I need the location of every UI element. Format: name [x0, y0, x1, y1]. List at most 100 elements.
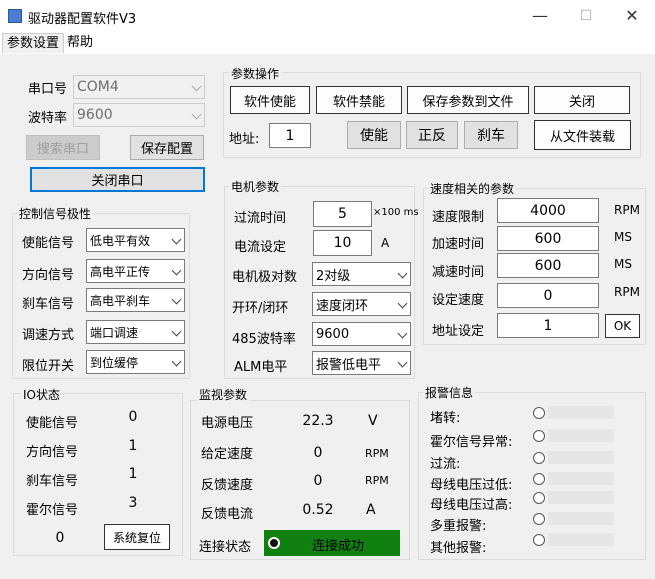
chevron-down-icon	[171, 326, 182, 337]
alarm-overcurrent-bar	[548, 451, 614, 464]
close-window-button[interactable]: ✕	[609, 0, 655, 32]
alarm-stall-label: 堵转:	[430, 411, 461, 426]
ok-button[interactable]: OK	[605, 314, 640, 338]
alarm-overvoltage-bar	[548, 491, 614, 504]
decel-time-input[interactable]: 600	[497, 253, 599, 278]
io-label-direction: 方向信号	[26, 445, 79, 460]
set-speed-input[interactable]: 0	[497, 283, 599, 308]
alm-level-select[interactable]: 报警低电平	[312, 351, 411, 375]
baud-value: 9600	[77, 107, 113, 123]
alarm-hall-bar	[548, 429, 614, 442]
maximize-button[interactable]: ☐	[563, 0, 609, 32]
monitor-label-feedback-speed: 反馈速度	[201, 478, 254, 493]
alarm-undervoltage-label: 母线电压过低:	[430, 478, 513, 493]
radio-dot-icon	[268, 537, 280, 549]
monitor-unit-feedback-speed: RPM	[365, 474, 389, 487]
limit-switch-select[interactable]: 到位缓停	[86, 350, 185, 374]
brake-signal-value: 高电平刹车	[90, 293, 151, 308]
forward-reverse-button[interactable]: 正反	[406, 121, 458, 149]
monitor-value-feedback-speed: 0	[313, 473, 323, 489]
port-label: 串口号	[28, 82, 68, 97]
save-config-button[interactable]: 保存配置	[130, 135, 204, 160]
address-label: 地址:	[229, 132, 260, 147]
chevron-down-icon	[397, 328, 408, 339]
io-status-title: IO状态	[21, 386, 62, 403]
baud-select[interactable]: 9600	[73, 103, 205, 127]
direction-signal-select[interactable]: 高电平正传	[86, 259, 185, 283]
io-value-enable: 0	[128, 409, 138, 425]
chevron-down-icon	[171, 265, 182, 276]
monitor-label-current: 反馈电流	[201, 507, 254, 522]
address-input[interactable]: 1	[269, 123, 311, 148]
menu-help[interactable]: 帮助	[63, 33, 97, 53]
io-label-hall: 霍尔信号	[26, 503, 79, 518]
alarm-other-label: 其他报警:	[430, 541, 487, 556]
alarm-overcurrent-label: 过流:	[430, 457, 461, 472]
alarm-overvoltage-label: 母线电压过高:	[430, 498, 513, 513]
enable-signal-select[interactable]: 低电平有效	[86, 228, 185, 252]
io-counter: 0	[55, 530, 65, 546]
title-bar: 驱动器配置软件V3 — ☐ ✕	[0, 0, 655, 32]
save-params-to-file-button[interactable]: 保存参数到文件	[407, 86, 529, 114]
loop-mode-select[interactable]: 速度闭环	[312, 292, 411, 316]
accel-time-input[interactable]: 600	[497, 226, 599, 251]
enable-button[interactable]: 使能	[347, 121, 401, 149]
close-button[interactable]: 关闭	[534, 86, 630, 114]
baud485-label: 485波特率	[232, 332, 296, 347]
decel-time-unit: MS	[614, 257, 632, 271]
io-value-hall: 3	[128, 495, 138, 511]
current-input[interactable]: 10	[313, 230, 372, 256]
alarm-other-led	[533, 534, 545, 546]
minimize-button[interactable]: —	[517, 0, 563, 32]
pole-pairs-label: 电机极对数	[232, 270, 298, 285]
chevron-down-icon	[171, 234, 182, 245]
address-set-input[interactable]: 1	[497, 313, 599, 338]
alarm-title: 报警信息	[423, 384, 476, 401]
overcurrent-time-input[interactable]: 5	[313, 201, 372, 227]
enable-signal-value: 低电平有效	[90, 233, 151, 248]
search-port-button[interactable]: 搜索串口	[26, 135, 100, 160]
limit-switch-value: 到位缓停	[90, 355, 139, 370]
alarm-undervoltage-led	[533, 473, 545, 485]
speed-mode-select[interactable]: 端口调速	[86, 320, 185, 344]
pole-pairs-select[interactable]: 2对级	[312, 262, 411, 286]
alarm-hall-led	[533, 430, 545, 442]
motor-params-title: 电机参数	[229, 178, 282, 195]
set-speed-label: 设定速度	[432, 293, 485, 308]
alarm-undervoltage-bar	[548, 472, 614, 485]
io-value-brake: 1	[128, 466, 138, 482]
control-label-limit: 限位开关	[22, 359, 75, 374]
app-icon	[8, 9, 22, 23]
monitor-label-given-speed: 给定速度	[201, 447, 254, 462]
chevron-down-icon	[191, 81, 202, 92]
connection-status-label: 连接状态	[199, 540, 252, 555]
window-title: 驱动器配置软件V3	[28, 12, 137, 27]
loop-mode-label: 开环/闭环	[232, 301, 289, 316]
chevron-down-icon	[191, 109, 202, 120]
overcurrent-time-unit: ×100 ms	[373, 207, 419, 218]
baud-label: 波特率	[28, 111, 68, 126]
baud485-select[interactable]: 9600	[312, 322, 411, 346]
monitor-unit-voltage: V	[368, 413, 378, 429]
port-select[interactable]: COM4	[73, 75, 205, 99]
brake-button[interactable]: 刹车	[464, 121, 518, 149]
direction-signal-value: 高电平正传	[90, 264, 151, 279]
load-from-file-button[interactable]: 从文件装载	[534, 120, 631, 150]
address-set-label: 地址设定	[432, 324, 485, 339]
software-enable-button[interactable]: 软件使能	[230, 86, 310, 114]
set-speed-unit: RPM	[614, 285, 640, 299]
brake-signal-select[interactable]: 高电平刹车	[86, 288, 185, 312]
alarm-stall-led	[533, 407, 545, 419]
close-port-button[interactable]: 关闭串口	[30, 167, 205, 192]
system-reset-button[interactable]: 系统复位	[104, 524, 170, 550]
menu-param-settings[interactable]: 参数设置	[2, 33, 65, 53]
connection-status-indicator: 连接成功	[264, 530, 400, 556]
decel-time-label: 减速时间	[432, 265, 485, 280]
monitor-value-current: 0.52	[302, 502, 334, 518]
chevron-down-icon	[171, 294, 182, 305]
software-disable-button[interactable]: 软件禁能	[316, 86, 402, 114]
speed-limit-input[interactable]: 4000	[497, 198, 599, 223]
chevron-down-icon	[397, 298, 408, 309]
overcurrent-time-label: 过流时间	[234, 211, 287, 226]
io-label-enable: 使能信号	[26, 416, 79, 431]
